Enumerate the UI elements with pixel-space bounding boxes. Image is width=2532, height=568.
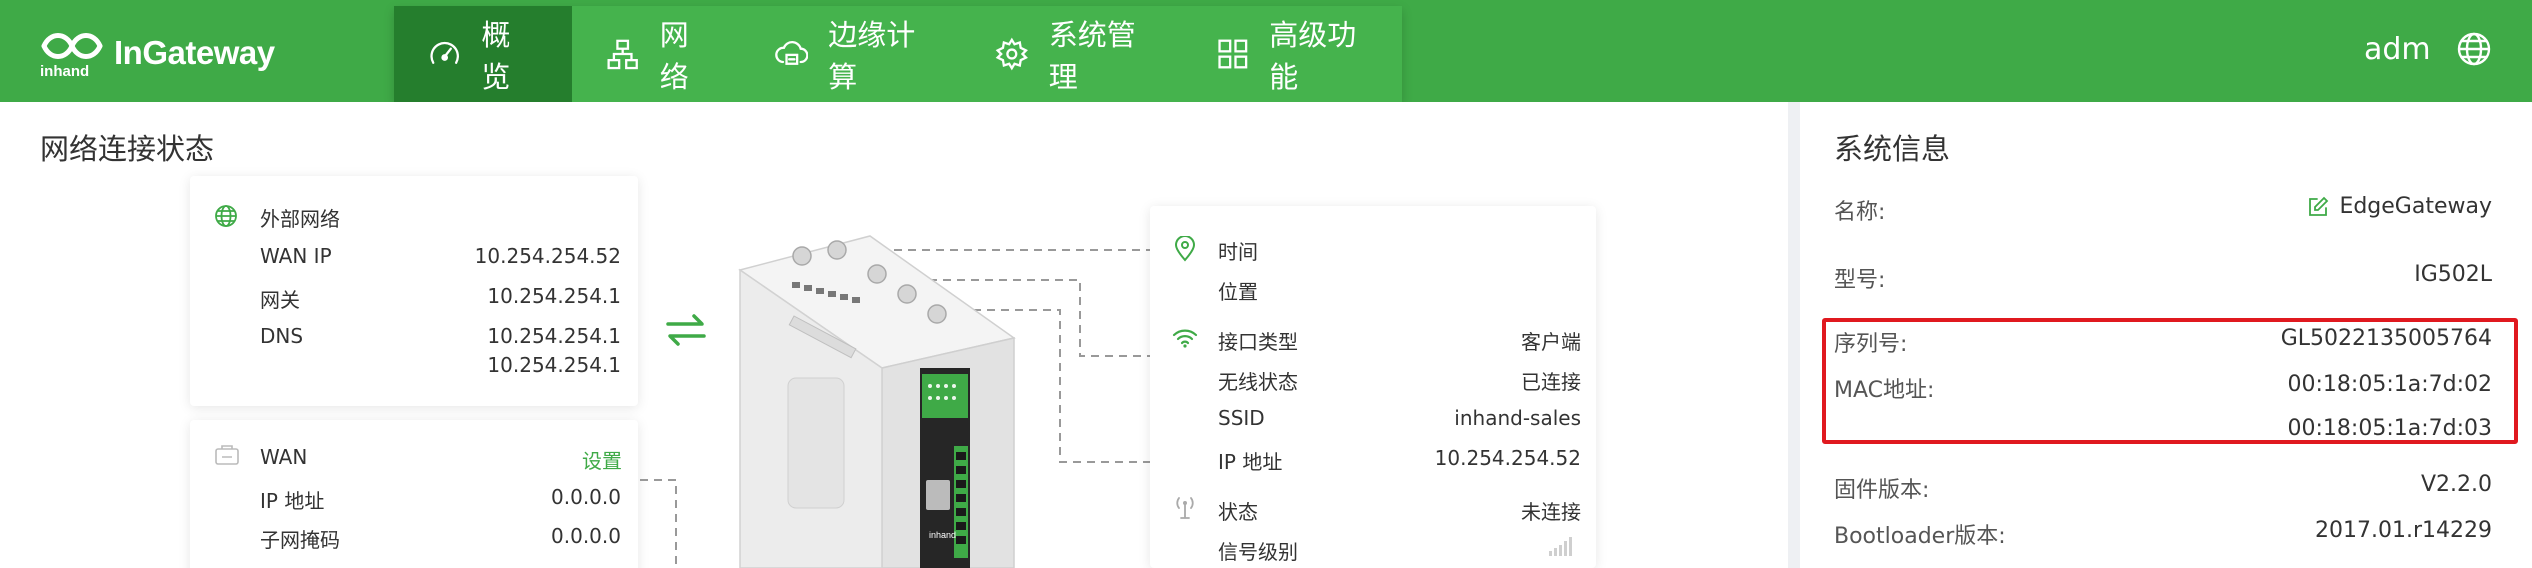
panel-divider — [1788, 102, 1800, 568]
ssid-value: inhand-sales — [1454, 406, 1581, 430]
bootloader-version-value: 2017.01.r14229 — [2315, 518, 2492, 543]
model-value: IG502L — [2414, 262, 2492, 287]
wireless-ip-label: IP 地址 — [1218, 450, 1283, 474]
gateway-device-illustration: inhand — [738, 235, 1016, 568]
subnet-mask-label: 子网掩码 — [260, 528, 340, 552]
system-info-title: 系统信息 — [1834, 132, 1951, 166]
gateway-label: 网关 — [260, 288, 300, 312]
location-pin-icon — [1174, 236, 1196, 262]
wan-heading: WAN — [260, 445, 308, 469]
wireless-status-value: 已连接 — [1521, 370, 1581, 394]
external-network-heading: 外部网络 — [260, 207, 340, 231]
model-label: 型号: — [1834, 268, 1886, 293]
nav-network[interactable]: 网络 — [572, 6, 740, 102]
dns-label: DNS — [260, 324, 304, 348]
nav-system-management[interactable]: 系统管理 — [961, 6, 1181, 102]
bootloader-version-label: Bootloader版本: — [1834, 524, 2006, 549]
edge-computing-icon — [774, 40, 809, 65]
serial-mac-highlight-box — [1822, 318, 2518, 444]
signal-level-label: 信号级别 — [1218, 540, 1298, 564]
nav-advanced-features[interactable]: 高级功能 — [1182, 6, 1402, 102]
wan-settings-link[interactable]: 设置 — [582, 445, 622, 474]
interface-type-label: 接口类型 — [1218, 330, 1298, 354]
main-nav: 概览 网络 边缘计算 系统管理 高级功能 — [394, 6, 1402, 102]
gear-icon — [995, 37, 1029, 71]
subnet-mask-value: 0.0.0.0 — [551, 524, 621, 548]
wan-port-icon — [215, 445, 239, 465]
cellular-status-value: 未连接 — [1521, 500, 1581, 524]
wan-ip-address-value: 0.0.0.0 — [551, 485, 621, 509]
signal-bars-icon — [1549, 537, 1572, 556]
device-name-value: EdgeGateway — [2339, 194, 2492, 219]
wan-ip-label: WAN IP — [260, 244, 332, 268]
device-name-field[interactable]: EdgeGateway — [2307, 194, 2492, 219]
nav-overview[interactable]: 概览 — [394, 6, 573, 102]
inhand-logo[interactable]: inhand InGateway — [36, 28, 275, 78]
wan-ip-value: 10.254.254.52 — [474, 244, 621, 268]
language-globe-icon[interactable] — [2456, 31, 2492, 67]
wan-ip-address-label: IP 地址 — [260, 489, 325, 513]
nav-system-management-label: 系统管理 — [1048, 18, 1136, 94]
firmware-version-label: 固件版本: — [1834, 478, 1930, 503]
wifi-icon — [1172, 329, 1198, 348]
nav-edge-computing[interactable]: 边缘计算 — [741, 6, 961, 102]
nav-network-label: 网络 — [659, 18, 689, 94]
antenna-icon — [1176, 497, 1194, 519]
ssid-label: SSID — [1218, 406, 1265, 430]
wireless-ip-value: 10.254.254.52 — [1434, 446, 1581, 470]
nav-overview-label: 概览 — [481, 18, 511, 94]
nav-edge-computing-label: 边缘计算 — [828, 18, 916, 94]
brand-name: InGateway — [114, 34, 275, 71]
grid-icon — [1217, 39, 1247, 69]
firmware-version-value: V2.2.0 — [2420, 472, 2492, 497]
inhand-logo-icon: inhand — [40, 33, 103, 78]
network-status-title: 网络连接状态 — [40, 132, 215, 166]
network-icon — [607, 39, 639, 70]
location-label: 位置 — [1218, 280, 1258, 304]
dns-value-1: 10.254.254.1 — [487, 324, 621, 348]
top-navigation-bar: inhand InGateway 概览 网络 边缘计算 系统管理 高级功能 ad… — [0, 0, 2532, 102]
cellular-status-label: 状态 — [1218, 500, 1258, 524]
time-label: 时间 — [1218, 240, 1258, 264]
user-menu[interactable]: adm — [2364, 32, 2431, 67]
dashboard-icon — [430, 41, 459, 64]
nav-advanced-features-label: 高级功能 — [1269, 18, 1357, 94]
globe-icon — [215, 205, 237, 227]
gateway-value: 10.254.254.1 — [487, 284, 621, 308]
edit-icon[interactable] — [2307, 196, 2329, 218]
dns-value-2: 10.254.254.1 — [487, 353, 621, 377]
logo-text: inhand — [40, 63, 89, 78]
wireless-status-label: 无线状态 — [1218, 370, 1298, 394]
svg-text:inhand: inhand — [929, 530, 956, 540]
interface-type-value: 客户端 — [1521, 330, 1581, 354]
device-name-label: 名称: — [1834, 200, 1886, 225]
